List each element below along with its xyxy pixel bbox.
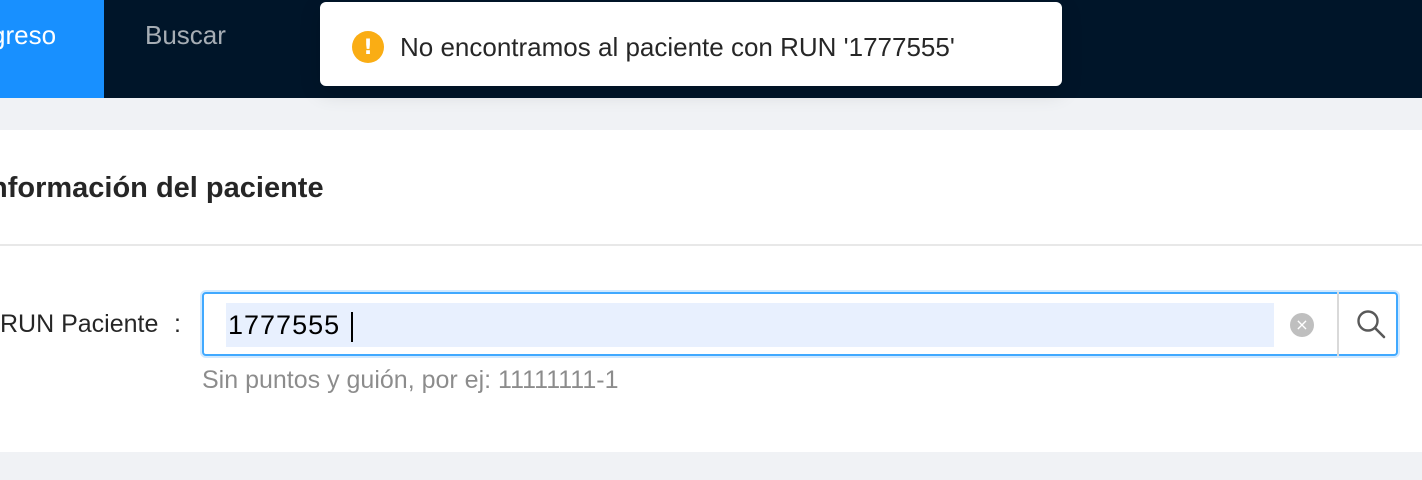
run-input[interactable]: [226, 303, 1274, 347]
exclamation-circle-icon: !: [352, 31, 384, 63]
run-search-box: ×: [202, 292, 1398, 356]
run-field-label: RUN Paciente: [0, 310, 159, 338]
nav-item-buscar[interactable]: Buscar: [145, 0, 226, 98]
patient-info-card: nformación del paciente RUN Paciente : ×…: [0, 130, 1422, 452]
search-button[interactable]: [1337, 292, 1400, 356]
search-icon: [1357, 310, 1386, 339]
notification-message: No encontramos al paciente con RUN '1777…: [400, 32, 955, 62]
run-field-hint: Sin puntos y guión, por ej: 11111111-1: [202, 366, 619, 394]
card-title: nformación del paciente: [0, 172, 324, 204]
nav-item-ingreso[interactable]: greso: [0, 0, 104, 98]
card-divider: [0, 244, 1422, 246]
text-cursor: [351, 312, 353, 342]
nav-item-label: greso: [0, 20, 57, 50]
warning-notification: ! No encontramos al paciente con RUN '17…: [320, 2, 1062, 86]
nav-item-label: Buscar: [145, 20, 226, 50]
close-circle-icon[interactable]: ×: [1290, 313, 1314, 337]
run-field-colon: :: [174, 310, 181, 338]
